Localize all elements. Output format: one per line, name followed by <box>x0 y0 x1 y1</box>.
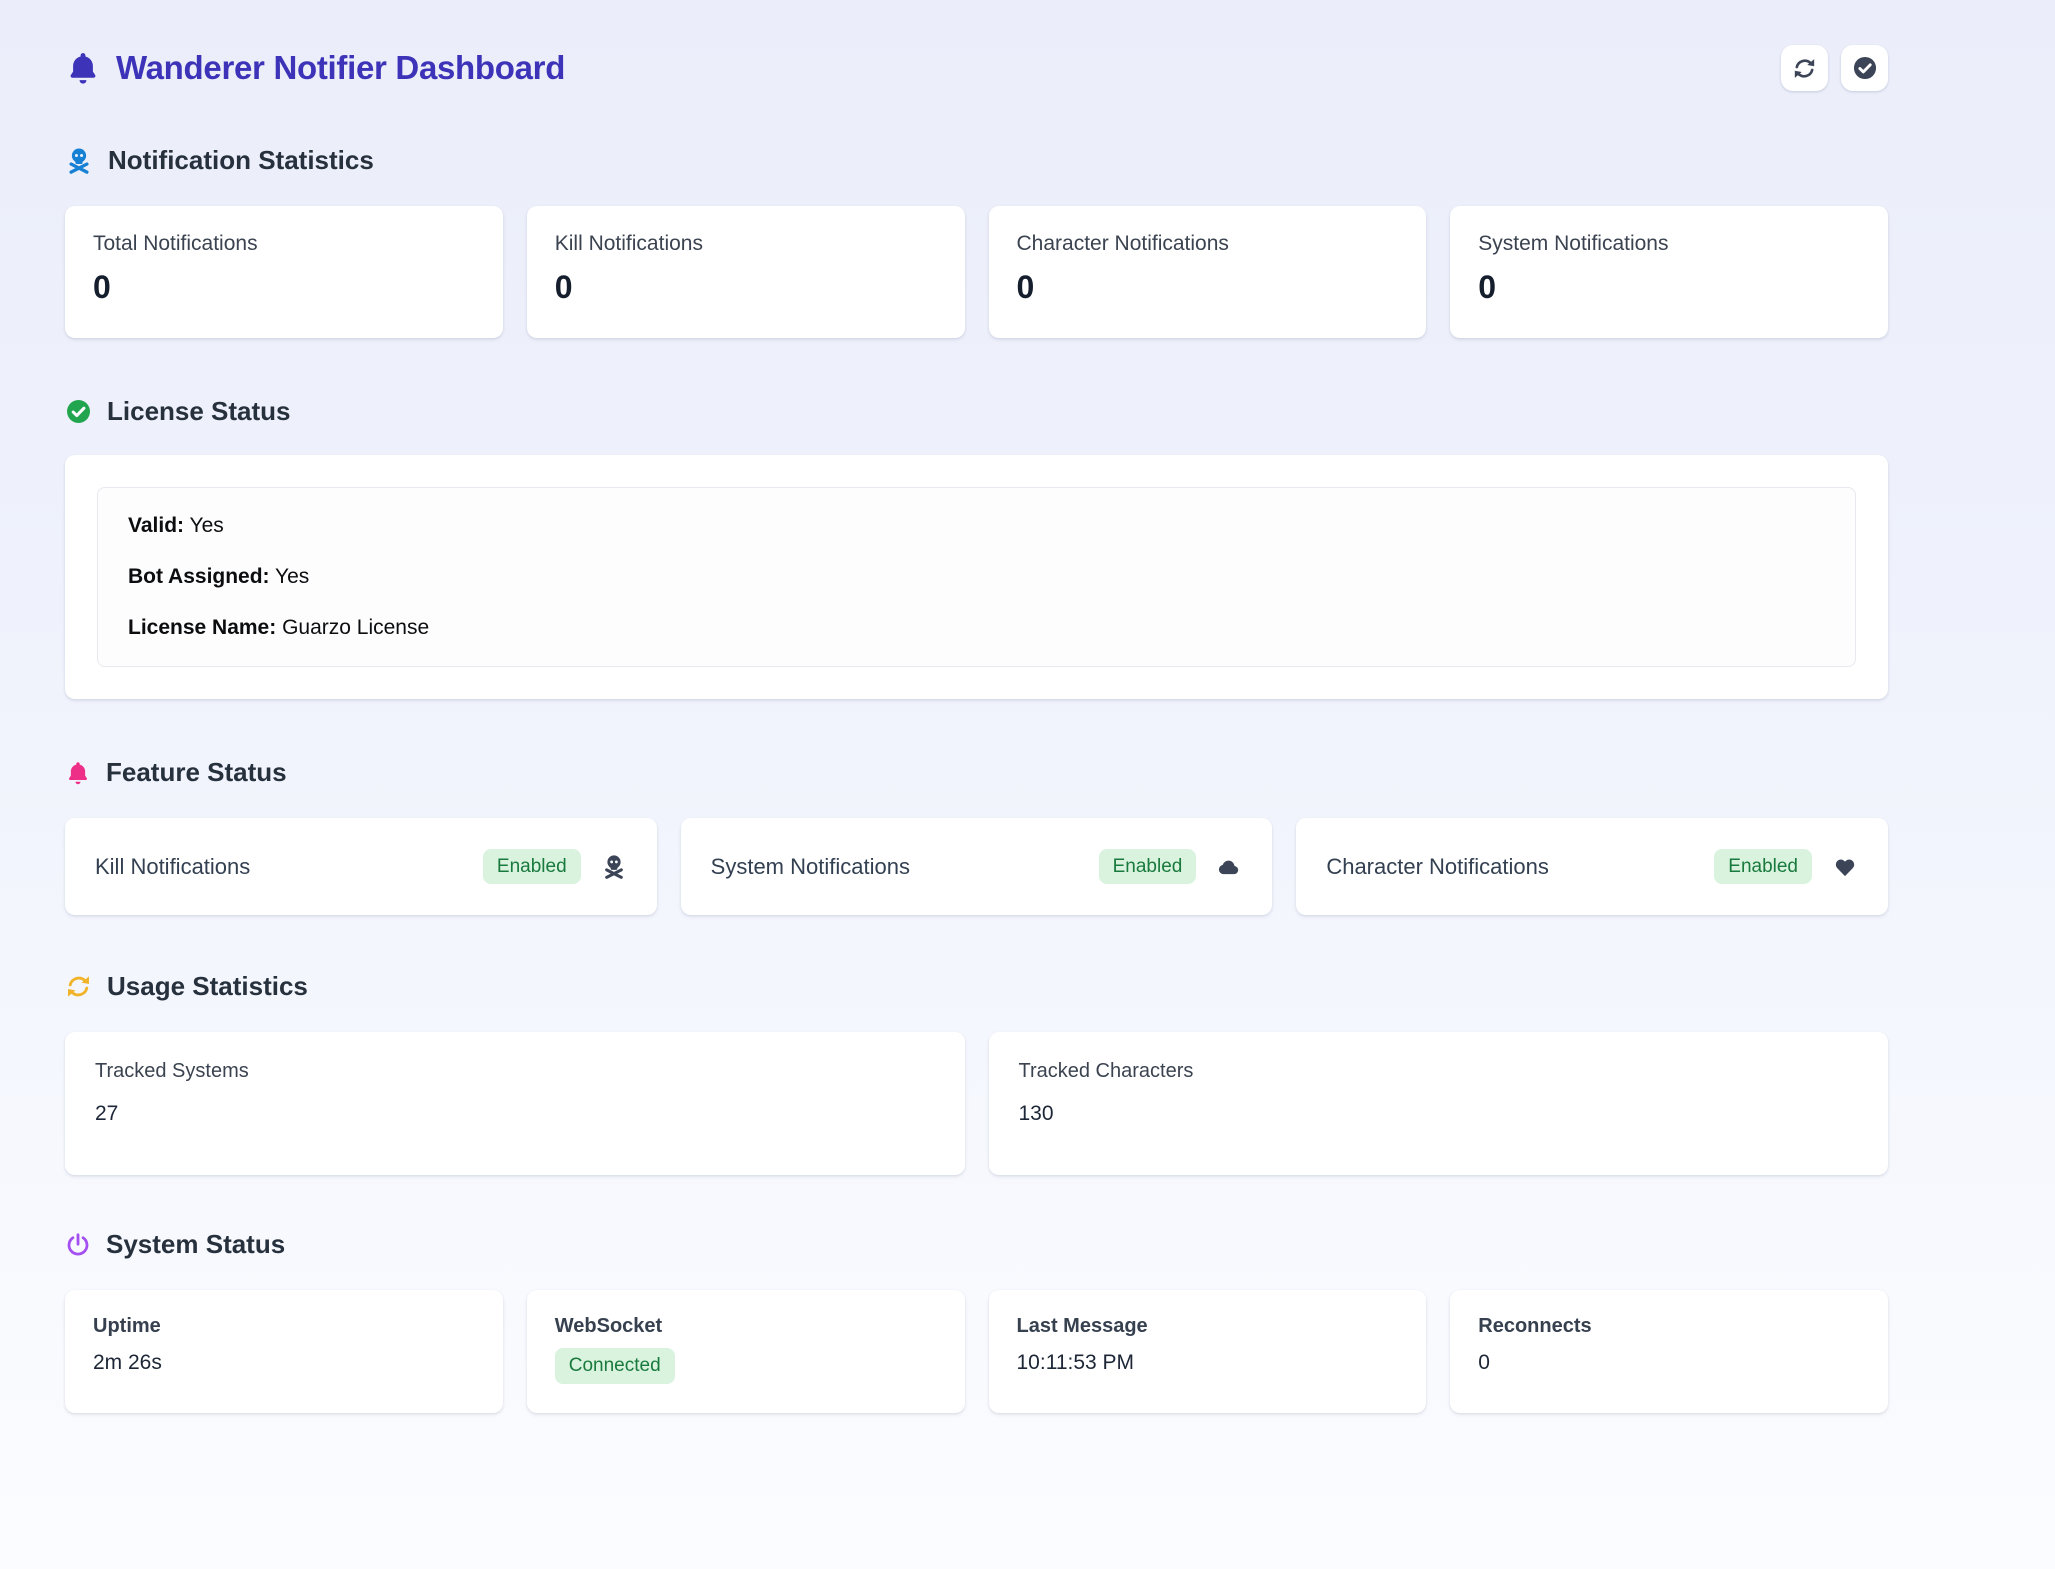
section-heading-text: System Status <box>106 1229 285 1260</box>
license-field-label: Valid: <box>128 514 184 537</box>
license-field-label: License Name: <box>128 616 276 639</box>
system-card-websocket: WebSocket Connected <box>527 1290 965 1413</box>
stat-card-label: Character Notifications <box>1017 232 1399 256</box>
section-heading-text: Feature Status <box>106 757 287 788</box>
stat-card-value: 0 <box>1017 269 1399 306</box>
license-field-bot-assigned: Bot Assigned: Yes <box>128 565 1825 589</box>
section-title-notification-statistics: Notification Statistics <box>65 145 1888 176</box>
stat-card-system-notifications: System Notifications 0 <box>1450 206 1888 338</box>
feature-card-label: Character Notifications <box>1326 854 1549 880</box>
license-field-value: Yes <box>270 565 310 588</box>
feature-card-kill-notifications: Kill Notifications Enabled <box>65 818 657 915</box>
license-field-value: Yes <box>184 514 224 537</box>
usage-card-value: 27 <box>95 1102 935 1126</box>
license-field-label: Bot Assigned: <box>128 565 270 588</box>
refresh-icon <box>1792 56 1817 81</box>
system-card-value: 10:11:53 PM <box>1017 1351 1399 1375</box>
status-badge: Enabled <box>1099 849 1197 885</box>
stat-card-total-notifications: Total Notifications 0 <box>65 206 503 338</box>
system-card-last-message: Last Message 10:11:53 PM <box>989 1290 1427 1413</box>
stat-card-value: 0 <box>1478 269 1860 306</box>
stat-card-kill-notifications: Kill Notifications 0 <box>527 206 965 338</box>
system-card-label: Last Message <box>1017 1315 1399 1338</box>
section-heading-text: License Status <box>107 396 291 427</box>
usage-stats-grid: Tracked Systems 27 Tracked Characters 13… <box>65 1032 1888 1175</box>
license-details-box: Valid: Yes Bot Assigned: Yes License Nam… <box>97 487 1856 667</box>
notification-stats-grid: Total Notifications 0 Kill Notifications… <box>65 206 1888 338</box>
check-circle-icon <box>65 398 92 425</box>
section-title-feature-status: Feature Status <box>65 757 1888 788</box>
stat-card-label: Total Notifications <box>93 232 475 256</box>
section-title-system-status: System Status <box>65 1229 1888 1260</box>
system-card-value: 2m 26s <box>93 1351 475 1375</box>
stat-card-character-notifications: Character Notifications 0 <box>989 206 1427 338</box>
section-title-usage-statistics: Usage Statistics <box>65 971 1888 1002</box>
license-card: Valid: Yes Bot Assigned: Yes License Nam… <box>65 455 1888 699</box>
system-card-uptime: Uptime 2m 26s <box>65 1290 503 1413</box>
feature-card-label: System Notifications <box>711 854 910 880</box>
feature-card-status: Enabled <box>483 849 627 885</box>
stat-card-value: 0 <box>555 269 937 306</box>
refresh-button[interactable] <box>1781 45 1828 91</box>
bell-icon <box>65 50 101 86</box>
feature-card-system-notifications: System Notifications Enabled <box>681 818 1273 915</box>
websocket-status-badge: Connected <box>555 1348 675 1384</box>
section-heading-text: Notification Statistics <box>108 145 374 176</box>
usage-card-label: Tracked Characters <box>1019 1060 1859 1083</box>
system-card-value: 0 <box>1478 1351 1860 1375</box>
status-badge: Enabled <box>483 849 581 885</box>
section-title-license-status: License Status <box>65 396 1888 427</box>
websocket-status: Connected <box>555 1348 937 1384</box>
system-card-label: WebSocket <box>555 1315 937 1338</box>
skull-crossbones-icon <box>65 147 93 175</box>
usage-card-label: Tracked Systems <box>95 1060 935 1083</box>
system-status-grid: Uptime 2m 26s WebSocket Connected Last M… <box>65 1290 1888 1413</box>
feature-card-status: Enabled <box>1099 849 1243 885</box>
feature-card-character-notifications: Character Notifications Enabled <box>1296 818 1888 915</box>
system-card-label: Uptime <box>93 1315 475 1338</box>
header-title-group: Wanderer Notifier Dashboard <box>65 49 565 87</box>
heart-icon <box>1832 854 1858 880</box>
bell-icon <box>65 760 91 786</box>
system-card-reconnects: Reconnects 0 <box>1450 1290 1888 1413</box>
skull-crossbones-icon <box>601 854 627 880</box>
license-field-license-name: License Name: Guarzo License <box>128 616 1825 640</box>
power-icon <box>65 1232 91 1258</box>
feature-card-label: Kill Notifications <box>95 854 250 880</box>
usage-card-tracked-systems: Tracked Systems 27 <box>65 1032 965 1175</box>
header: Wanderer Notifier Dashboard <box>65 0 1888 91</box>
check-circle-icon <box>1852 55 1878 81</box>
stat-card-value: 0 <box>93 269 475 306</box>
dashboard-page: Wanderer Notifier Dashboard Notification… <box>65 0 1888 1413</box>
feature-status-grid: Kill Notifications Enabled System Notifi… <box>65 818 1888 915</box>
section-heading-text: Usage Statistics <box>107 971 308 1002</box>
refresh-icon <box>65 973 92 1000</box>
stat-card-label: Kill Notifications <box>555 232 937 256</box>
status-badge: Enabled <box>1714 849 1812 885</box>
system-card-label: Reconnects <box>1478 1315 1860 1338</box>
license-field-valid: Valid: Yes <box>128 514 1825 538</box>
cloud-icon <box>1216 854 1242 880</box>
header-actions <box>1781 45 1888 91</box>
usage-card-value: 130 <box>1019 1102 1859 1126</box>
confirm-button[interactable] <box>1841 45 1888 91</box>
page-title: Wanderer Notifier Dashboard <box>116 49 565 87</box>
stat-card-label: System Notifications <box>1478 232 1860 256</box>
feature-card-status: Enabled <box>1714 849 1858 885</box>
license-field-value: Guarzo License <box>276 616 429 639</box>
usage-card-tracked-characters: Tracked Characters 130 <box>989 1032 1889 1175</box>
